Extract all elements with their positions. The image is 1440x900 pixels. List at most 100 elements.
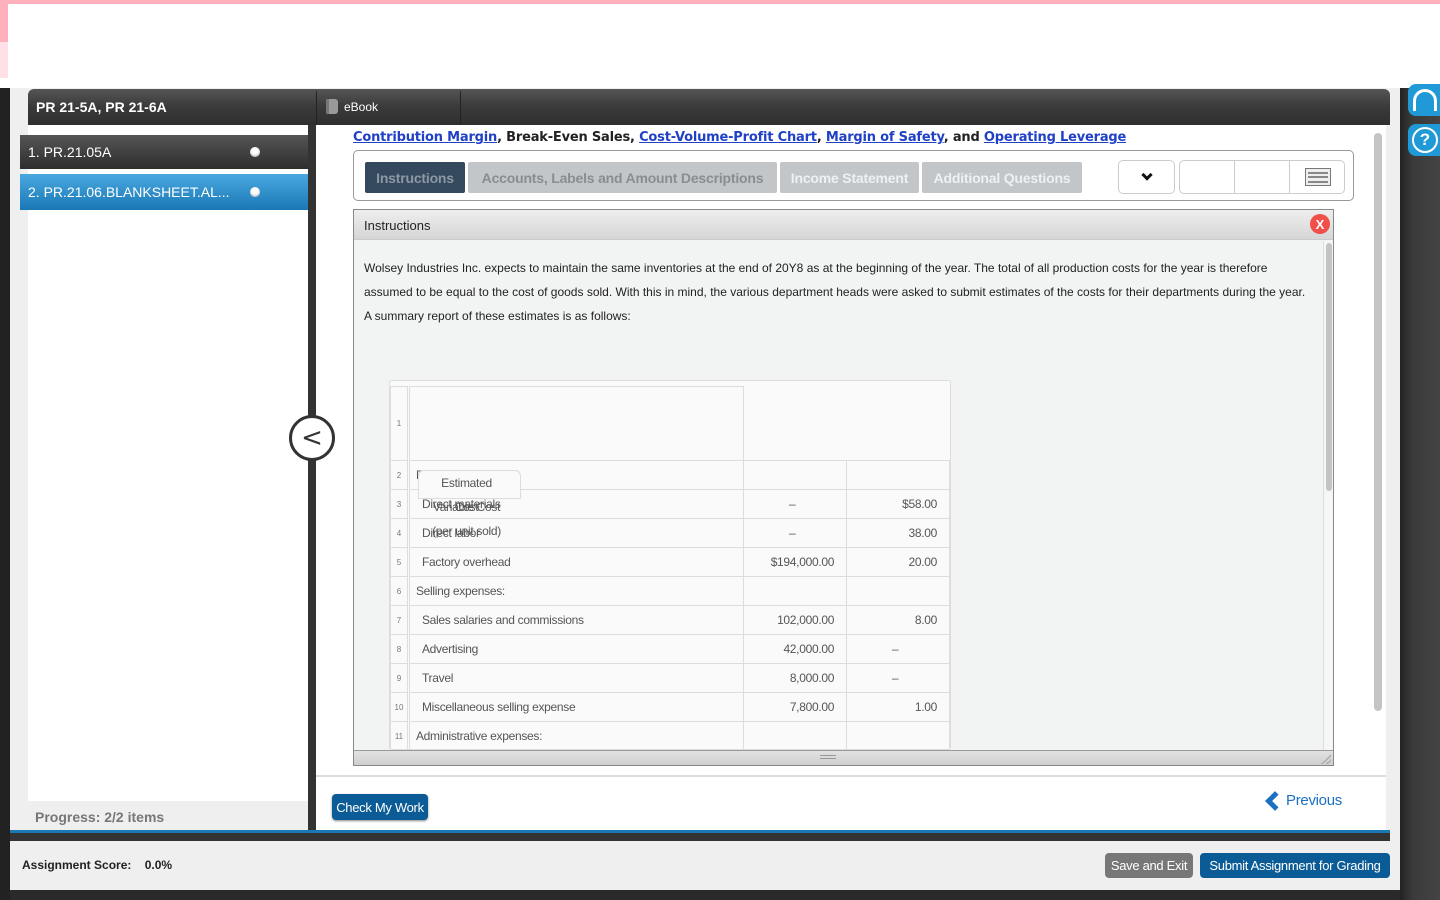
title-text: , and — [943, 130, 984, 145]
fixed-cost-cell — [743, 576, 848, 606]
submit-assignment-button[interactable]: Submit Assignment for Grading — [1200, 853, 1390, 878]
main-footer — [316, 775, 1386, 831]
fixed-cost-cell: 7,800.00 — [743, 692, 848, 722]
variable-cost-cell: – — [846, 663, 950, 693]
instructions-scrollbar[interactable] — [1323, 241, 1333, 750]
book-icon — [326, 99, 338, 114]
score-label: Assignment Score: — [22, 858, 132, 872]
sidebar-item-pr-21-06[interactable]: 2. PR.21.06.BLANKSHEET.AL... — [20, 174, 308, 210]
variable-cost-cell: 1.00 — [846, 692, 950, 722]
sidebar-item-pr-21-05a[interactable]: 1. PR.21.05A — [20, 135, 308, 169]
headset-icon — [1413, 89, 1437, 111]
variable-cost-cell — [846, 460, 950, 490]
row-number: 4 — [390, 518, 410, 548]
table-row: 6 Selling expenses: — [390, 576, 950, 606]
variable-cost-cell — [846, 721, 950, 749]
fixed-cost-cell: $194,000.00 — [743, 547, 848, 577]
instructions-line: Wolsey Industries Inc. expects to mainta… — [364, 261, 1268, 275]
support-button[interactable] — [1408, 84, 1440, 116]
sidebar-item-label: 2. PR.21.06.BLANKSHEET.AL... — [28, 184, 230, 200]
tab-bar: Instructions Accounts, Labels and Amount… — [353, 150, 1354, 201]
row-label: Sales salaries and commissions — [407, 605, 745, 635]
row-number: 2 — [390, 460, 410, 490]
question-icon: ? — [1412, 127, 1438, 153]
tool-divider — [1289, 161, 1290, 193]
instructions-title: Instructions — [364, 218, 431, 233]
row-number: 7 — [390, 605, 410, 635]
divider — [10, 833, 1390, 841]
previous-button[interactable]: Previous — [1262, 790, 1342, 811]
link-cvp-chart[interactable]: Cost-Volume-Profit Chart — [639, 130, 817, 145]
tab-tools — [1179, 160, 1345, 194]
resize-handle-icon[interactable] — [1321, 754, 1331, 764]
tab-additional-questions[interactable]: Additional Questions — [922, 162, 1082, 193]
table-row: 9 Travel 8,000.00– — [390, 663, 950, 693]
row-label: Miscellaneous selling expense — [407, 692, 745, 722]
table-row: 5 Factory overhead $194,000.00 20.00 — [390, 547, 950, 577]
link-contribution-margin[interactable]: Contribution Margin — [353, 130, 497, 145]
status-dot-icon — [250, 187, 260, 197]
ebook-link[interactable]: eBook — [326, 99, 378, 114]
fixed-cost-cell: – — [743, 489, 848, 519]
instructions-line: assumed to be equal to the cost of goods… — [364, 285, 1306, 299]
row-number: 11 — [390, 721, 410, 749]
header-divider — [460, 91, 461, 125]
progress-indicator: Progress: 2/2 items — [28, 801, 308, 831]
help-button[interactable]: ? — [1408, 124, 1440, 156]
header-variable-cost: Estimated Variable Cost (per unit sold) — [418, 470, 521, 538]
tab-dropdown-button[interactable] — [1118, 160, 1175, 194]
header-label-cell — [407, 386, 745, 461]
scroll-thumb[interactable] — [1326, 243, 1332, 491]
previous-label: Previous — [1286, 792, 1342, 809]
row-label: Travel — [407, 663, 745, 693]
close-icon[interactable]: X — [1310, 214, 1330, 234]
tool-divider — [1234, 161, 1235, 193]
sidebar-splitter[interactable] — [308, 125, 316, 831]
variable-cost-cell: 8.00 — [846, 605, 950, 635]
variable-cost-cell: 20.00 — [846, 547, 950, 577]
row-number: 6 — [390, 576, 410, 606]
assignment-footer: Assignment Score: 0.0% Save and Exit Sub… — [10, 841, 1400, 889]
side-accent — [0, 4, 8, 42]
row-label: Administrative expenses: — [407, 721, 745, 749]
instructions-footer — [354, 750, 1333, 765]
assignment-score: Assignment Score: 0.0% — [22, 858, 172, 872]
main-scrollbar[interactable] — [1374, 133, 1382, 711]
variable-cost-cell — [846, 576, 950, 606]
check-my-work-button[interactable]: Check My Work — [332, 794, 428, 820]
table-row: 11 Administrative expenses: — [390, 721, 950, 749]
grip-icon[interactable] — [820, 755, 836, 759]
link-margin-of-safety[interactable]: Margin of Safety — [826, 130, 944, 145]
variable-cost-cell: $58.00 — [846, 489, 950, 519]
table-row: 10 Miscellaneous selling expense 7,800.00 1… — [390, 692, 950, 722]
status-dot-icon — [250, 147, 260, 157]
link-operating-leverage[interactable]: Operating Leverage — [984, 130, 1126, 145]
cost-estimates-table: 1 Estimated Fixed Cost Estimated Variabl… — [390, 386, 950, 749]
cost-estimates-sheet: 1 Estimated Fixed Cost Estimated Variabl… — [389, 380, 951, 750]
instructions-header: Instructions X — [354, 210, 1333, 240]
chevron-down-icon — [1140, 169, 1153, 181]
fixed-cost-cell: – — [743, 518, 848, 548]
fixed-cost-cell: 8,000.00 — [743, 663, 848, 693]
left-edge — [0, 88, 10, 900]
title-text: , — [816, 130, 826, 145]
progress-value: 2/2 items — [104, 809, 165, 825]
problem-title: Contribution Margin, Break-Even Sales, C… — [353, 130, 1126, 145]
tab-income-statement[interactable]: Income Statement — [780, 162, 919, 193]
instructions-line: A summary report of these estimates is a… — [364, 309, 631, 323]
table-header-row: 1 Estimated Fixed Cost Estimated Variabl… — [390, 386, 950, 538]
collapse-sidebar-button[interactable]: < — [289, 415, 335, 461]
tab-instructions[interactable]: Instructions — [365, 162, 465, 193]
header-divider — [316, 91, 317, 125]
title-text: , Break-Even Sales, — [497, 130, 640, 145]
sidebar-item-label: 1. PR.21.05A — [28, 144, 112, 160]
fixed-cost-cell — [743, 460, 848, 490]
list-icon[interactable] — [1305, 168, 1331, 186]
row-number: 10 — [390, 692, 410, 722]
tab-accounts-labels[interactable]: Accounts, Labels and Amount Descriptions — [468, 162, 777, 193]
right-rail — [1400, 88, 1440, 900]
row-number: 3 — [390, 489, 410, 519]
save-and-exit-button[interactable]: Save and Exit — [1105, 853, 1193, 878]
fixed-cost-cell: 102,000.00 — [743, 605, 848, 635]
browser-top-area — [0, 0, 1440, 88]
